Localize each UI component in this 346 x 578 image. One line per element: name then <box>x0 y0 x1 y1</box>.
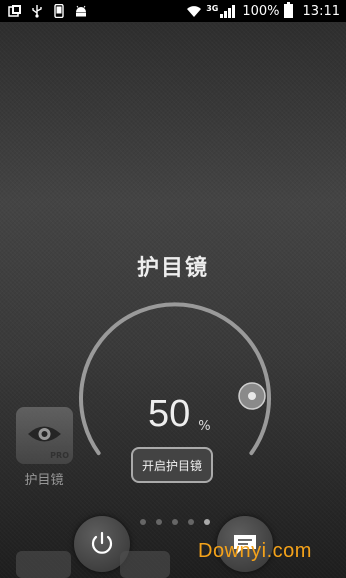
page-dot <box>140 519 146 525</box>
dial-handle[interactable] <box>238 382 266 410</box>
dock-icon <box>16 551 71 578</box>
brightness-dial[interactable] <box>0 0 346 578</box>
dock-icon <box>120 551 170 578</box>
page-dot <box>156 519 162 525</box>
watermark: Downyi.com <box>198 540 312 562</box>
enable-filter-button[interactable]: 开启护目镜 <box>131 447 213 483</box>
page-dot <box>172 519 178 525</box>
page-dot <box>188 519 194 525</box>
page-dot <box>204 519 210 525</box>
page-indicator <box>140 519 210 525</box>
level-value: 50 <box>148 393 191 435</box>
level-unit: % <box>198 419 211 434</box>
level-readout: 50 % <box>148 393 211 436</box>
